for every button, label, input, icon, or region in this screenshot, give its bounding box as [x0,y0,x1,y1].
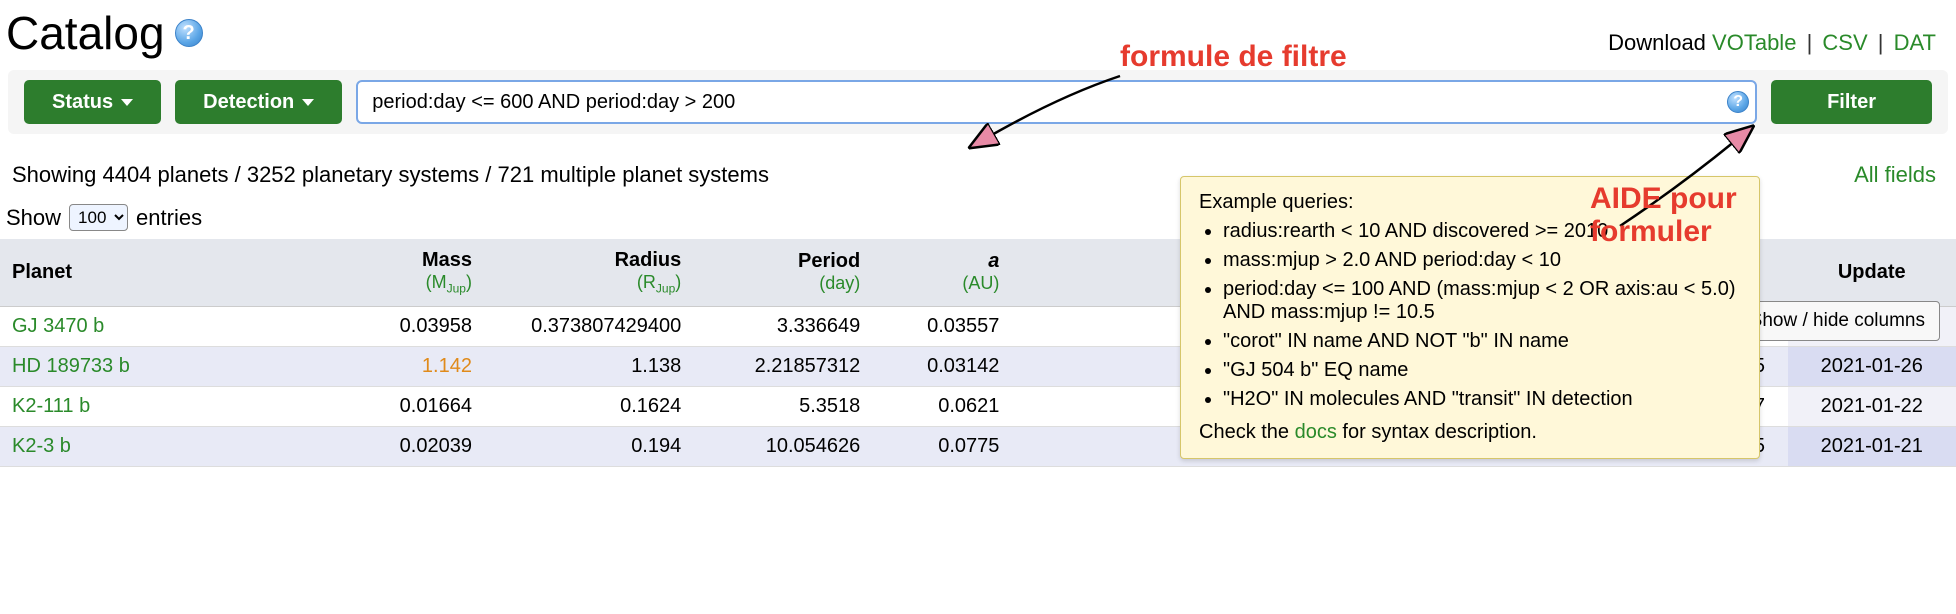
docs-link[interactable]: docs [1295,421,1337,443]
planet-link[interactable]: HD 189733 b [12,355,130,377]
title-text: Catalog [6,6,165,60]
col-update[interactable]: Update [1788,239,1956,306]
col-period[interactable]: Period(day) [693,239,872,306]
col-mass[interactable]: Mass(MJup) [306,239,484,306]
download-dat[interactable]: DAT [1894,30,1936,55]
tooltip-example: "GJ 504 b" EQ name [1223,359,1741,382]
download-label: Download [1608,30,1706,55]
filter-help-icon[interactable]: ? [1727,91,1749,113]
status-label: Status [52,91,113,114]
entries-label: entries [136,205,202,231]
entries-select[interactable]: 100 [69,204,128,231]
radius-value: 0.373807429400 [484,306,693,346]
tooltip-examples: radius:rearth < 10 AND discovered >= 201… [1199,220,1741,411]
planet-link[interactable]: GJ 3470 b [12,315,104,337]
tooltip-example: mass:mjup > 2.0 AND period:day < 10 [1223,249,1741,272]
show-hide-columns-button[interactable]: Show / hide columns [1735,301,1940,341]
mass-value: 0.03958 [400,315,472,337]
mass-value: 0.01664 [400,395,472,417]
annotation-filter-formula: formule de filtre [1120,40,1347,74]
radius-value: 0.1624 [484,386,693,426]
mass-value: 1.142 [422,355,472,377]
update-value: 2021-01-22 [1788,386,1956,426]
radius-value: 0.194 [484,426,693,466]
separator: | [1878,30,1884,55]
tooltip-footer: Check the docs for syntax description. [1199,421,1741,444]
a-value: 0.0775 [872,426,1011,466]
download-links: Download VOTable | CSV | DAT [1608,30,1936,56]
status-dropdown[interactable]: Status [24,80,161,124]
planet-link[interactable]: K2-111 b [12,395,90,417]
caret-down-icon [121,99,133,106]
caret-down-icon [302,99,314,106]
tooltip-example: "corot" IN name AND NOT "b" IN name [1223,330,1741,353]
update-value: 2021-01-21 [1788,426,1956,466]
a-value: 0.03142 [872,346,1011,386]
show-label: Show [6,205,61,231]
filter-button[interactable]: Filter [1771,80,1932,124]
tooltip-example: period:day <= 100 AND (mass:mjup < 2 OR … [1223,278,1741,324]
mass-value: 0.02039 [400,435,472,457]
period-value: 2.21857312 [693,346,872,386]
col-radius[interactable]: Radius(RJup) [484,239,693,306]
all-fields-link[interactable]: All fields [1854,162,1936,188]
col-a[interactable]: a(AU) [872,239,1011,306]
tooltip-example: "H2O" IN molecules AND "transit" IN dete… [1223,388,1741,411]
period-value: 5.3518 [693,386,872,426]
period-value: 10.054626 [693,426,872,466]
annotation-help: AIDE pourformuler [1590,182,1737,248]
separator: | [1807,30,1813,55]
a-value: 0.0621 [872,386,1011,426]
radius-value: 1.138 [484,346,693,386]
col-planet[interactable]: Planet [0,239,306,306]
detection-dropdown[interactable]: Detection [175,80,342,124]
detection-label: Detection [203,91,294,114]
arrow-icon [960,66,1160,166]
summary-text: Showing 4404 planets / 3252 planetary sy… [12,162,769,188]
update-value: 2021-01-26 [1788,346,1956,386]
download-votable[interactable]: VOTable [1712,30,1796,55]
period-value: 3.336649 [693,306,872,346]
help-icon[interactable]: ? [175,19,203,47]
download-csv[interactable]: CSV [1822,30,1867,55]
planet-link[interactable]: K2-3 b [12,435,71,457]
a-value: 0.03557 [872,306,1011,346]
